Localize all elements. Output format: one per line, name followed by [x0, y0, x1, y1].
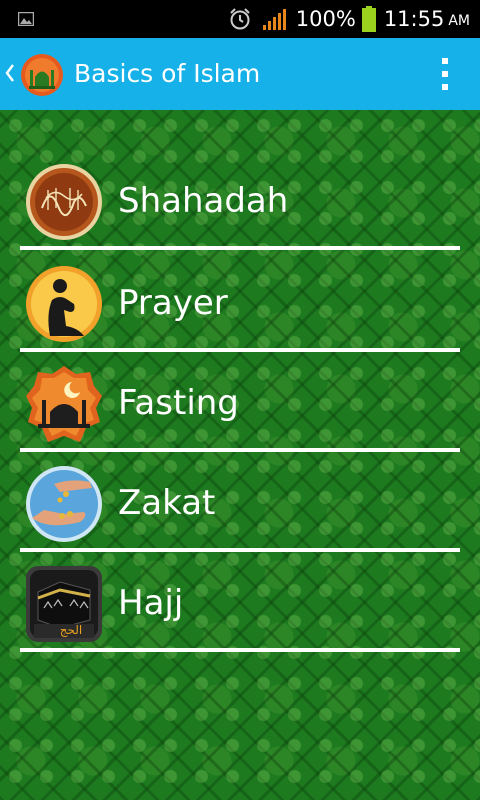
giving-hands-coins-icon — [26, 466, 102, 542]
signal-icon — [262, 9, 286, 30]
alarm-icon — [230, 8, 250, 30]
list-item-label: Zakat — [118, 483, 216, 523]
back-chevron-icon[interactable] — [4, 62, 16, 84]
clock-ampm: AM — [448, 13, 470, 29]
page-title: Basics of Islam — [74, 59, 261, 88]
list-item-label: Fasting — [118, 383, 239, 423]
action-bar: Basics of Islam — [0, 38, 480, 110]
list-item-label: Hajj — [118, 583, 184, 623]
status-bar: 100% 11:55 AM — [0, 0, 480, 38]
mosque-logo-icon[interactable] — [20, 53, 64, 97]
battery-icon — [361, 6, 376, 32]
shahadah-calligraphy-icon — [26, 164, 102, 240]
overflow-menu-icon[interactable] — [440, 57, 450, 91]
status-indicators: 100% 11:55 AM — [228, 0, 470, 38]
battery-percent: 100% — [295, 7, 356, 31]
divider — [20, 246, 460, 250]
praying-person-icon — [26, 266, 102, 342]
list-item-shahadah[interactable]: Shahadah — [20, 150, 460, 250]
list-item-label: Shahadah — [118, 181, 289, 221]
mosque-crescent-icon — [26, 366, 102, 442]
clock: 11:55 — [383, 7, 445, 31]
divider — [20, 648, 460, 652]
list-item-fasting[interactable]: Fasting — [20, 352, 460, 452]
list-item-label: Prayer — [118, 283, 228, 323]
list-item-hajj[interactable]: الحج Hajj — [20, 552, 460, 652]
kaaba-icon-caption: الحج — [59, 623, 83, 637]
list-item-prayer[interactable]: Prayer — [20, 252, 460, 352]
content-area: Shahadah Prayer Fasting Zakat الحج Hajj — [0, 110, 480, 800]
list-item-zakat[interactable]: Zakat — [20, 452, 460, 552]
image-icon — [18, 12, 34, 26]
